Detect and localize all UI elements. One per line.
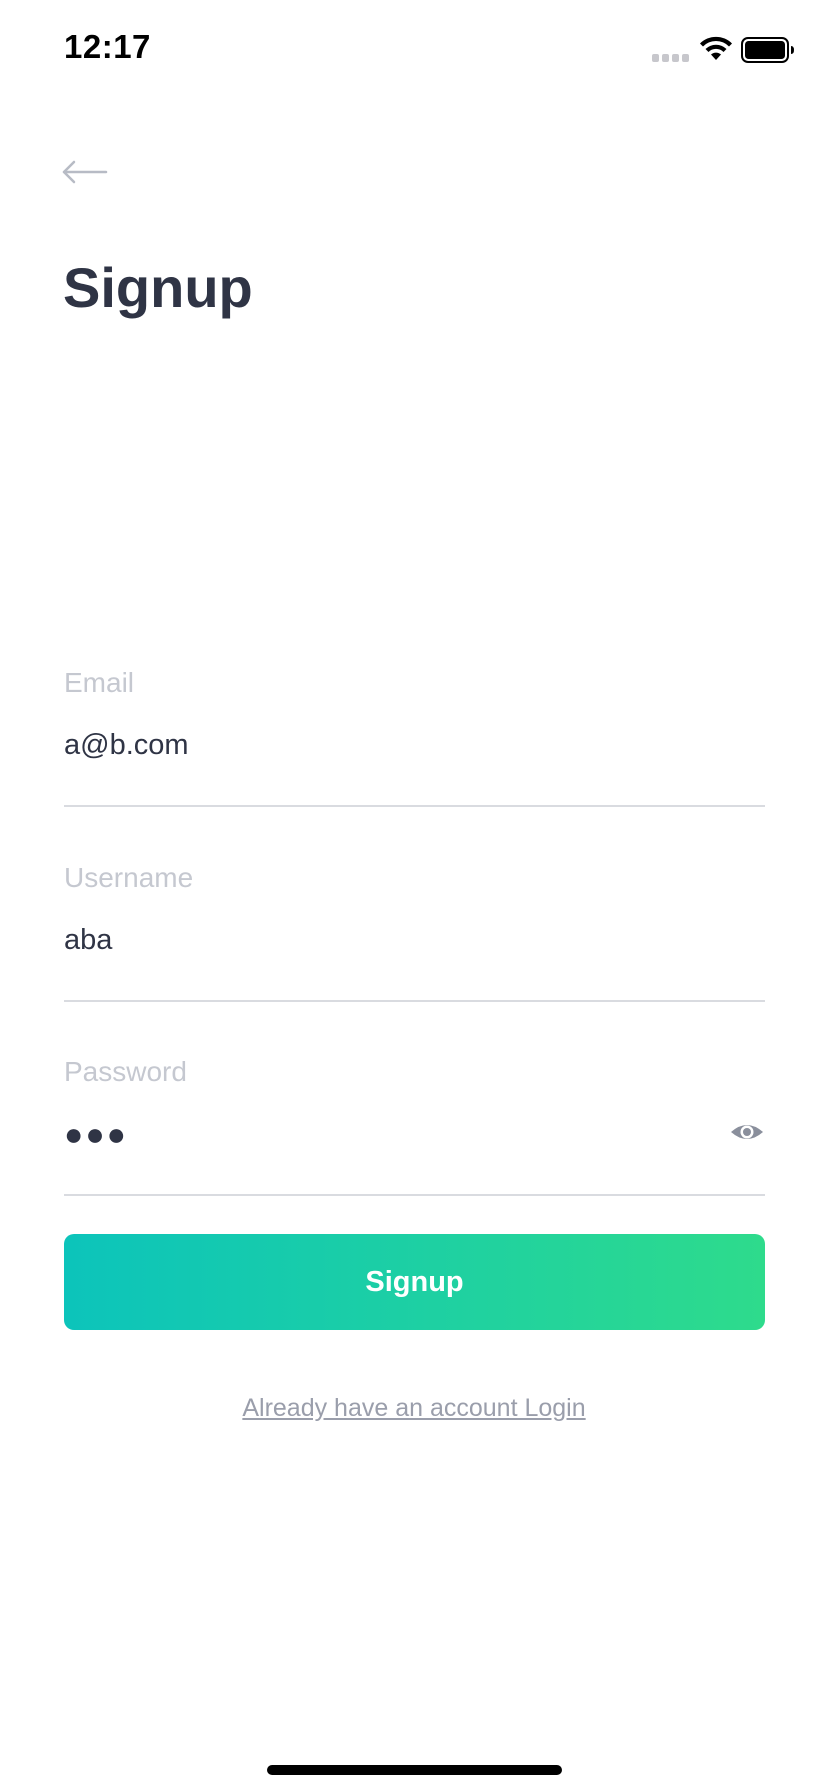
- email-field-group: Email: [64, 667, 765, 807]
- username-input[interactable]: [64, 912, 704, 968]
- page-title: Signup: [63, 256, 253, 319]
- battery-icon: [741, 37, 794, 63]
- username-underline: [64, 1000, 765, 1002]
- home-indicator: [267, 1765, 562, 1775]
- status-time: 12:17: [64, 28, 151, 65]
- password-underline: [64, 1194, 765, 1196]
- password-field-group: Password ●●●: [64, 1056, 765, 1196]
- back-button[interactable]: [60, 150, 112, 194]
- username-field-group: Username: [64, 862, 765, 1002]
- email-underline: [64, 805, 765, 807]
- signal-icon: [652, 54, 689, 62]
- status-bar: 12:17: [0, 0, 828, 100]
- username-label: Username: [64, 862, 194, 893]
- signup-button[interactable]: Signup: [64, 1234, 765, 1330]
- wifi-icon: [700, 36, 732, 60]
- password-label: Password: [64, 1056, 187, 1087]
- email-input[interactable]: [64, 717, 704, 773]
- eye-icon[interactable]: [729, 1116, 765, 1148]
- password-input[interactable]: ●●●: [64, 1106, 704, 1162]
- back-arrow-icon: [62, 160, 108, 184]
- login-link[interactable]: Already have an account Login: [0, 1394, 828, 1423]
- email-label: Email: [64, 667, 135, 698]
